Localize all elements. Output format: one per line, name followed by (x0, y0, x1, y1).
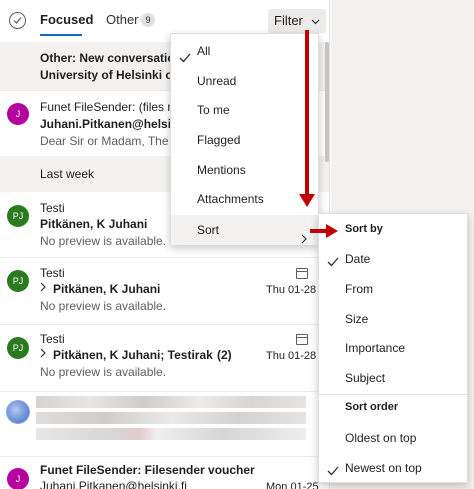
message-preview: Dear Sir or Madam, The fil (40, 134, 170, 148)
message-line2: Pitkänen, K Juhani (40, 217, 148, 231)
other-count-badge: 9 (141, 13, 155, 27)
filter-option-to-me[interactable]: To me (171, 95, 318, 125)
list-item[interactable]: PJ Testi Pitkänen, K Juhani Thu 01-28 No… (0, 258, 329, 324)
message-date: Mon 01-25 (266, 481, 319, 489)
message-preview: No preview is available. (40, 234, 167, 248)
avatar (6, 400, 30, 424)
filter-option-label: Sort (197, 223, 220, 237)
annotation-arrow-down (305, 30, 309, 196)
avatar: PJ (7, 270, 29, 292)
message-line2: University of Helsinki on T (40, 68, 170, 82)
avatar: PJ (7, 205, 29, 227)
message-date: Thu 01-28 (266, 284, 317, 296)
sort-option-subject[interactable]: Subject (345, 371, 385, 385)
avatar: J (7, 103, 29, 125)
message-preview: No preview is available. (40, 365, 167, 379)
message-preview: No preview is available. (40, 299, 167, 313)
message-line1: Other: New conversations (40, 51, 170, 65)
calendar-icon (296, 334, 308, 345)
filter-option-label: To me (197, 103, 230, 117)
message-sender: Funet FileSender: (files no (40, 100, 170, 114)
message-sender: Testi (40, 332, 65, 346)
thread-count: (2) (217, 348, 232, 362)
sort-option-from[interactable]: From (345, 282, 373, 296)
filter-option-label: Flagged (197, 133, 241, 147)
filter-option-mentions[interactable]: Mentions (171, 155, 318, 185)
filter-option-flagged[interactable]: Flagged (171, 125, 318, 155)
checkmark-icon (327, 463, 339, 481)
chevron-right-icon (301, 225, 308, 255)
message-line1: Funet FileSender: Filesender voucher (40, 463, 255, 477)
avatar: J (7, 468, 29, 489)
calendar-icon (296, 268, 308, 279)
annotation-arrow-right-head (326, 224, 338, 238)
list-item[interactable]: J Funet FileSender: Filesender voucher J… (0, 457, 329, 489)
redacted-text (36, 396, 306, 408)
filter-menu: All Unread To me Flagged Mentions Attach… (170, 33, 319, 245)
message-date: Thu 01-28 (266, 350, 317, 362)
filter-option-label: Attachments (197, 192, 264, 206)
sort-option-importance[interactable]: Importance (345, 341, 405, 355)
sort-option-newest-on-top[interactable]: Newest on top (345, 461, 422, 475)
sort-order-heading: Sort order (345, 401, 399, 413)
list-item[interactable]: PJ Testi Pitkänen, K Juhani; Testirake..… (0, 325, 329, 391)
redacted-text (36, 412, 306, 424)
filter-option-unread[interactable]: Unread (171, 66, 318, 96)
redacted-text (36, 428, 306, 440)
sort-option-oldest-on-top[interactable]: Oldest on top (345, 431, 416, 445)
filter-button[interactable]: Filter (268, 9, 326, 33)
filter-option-attachments[interactable]: Attachments (171, 184, 318, 214)
message-line2: Pitkänen, K Juhani (53, 282, 161, 296)
filter-option-label: All (197, 44, 211, 58)
message-line2: Juhani.Pitkanen@helsinki.fi (40, 479, 187, 489)
sort-option-size[interactable]: Size (345, 312, 368, 326)
message-line2: Pitkänen, K Juhani; Testirake... (53, 348, 213, 362)
group-label: Last week (40, 167, 95, 181)
sort-by-heading: Sort by (345, 223, 383, 235)
tab-focused-underline (40, 34, 82, 36)
sort-submenu: Sort by Date From Size Importance Subjec… (318, 213, 468, 483)
select-all-icon[interactable] (9, 12, 26, 29)
message-sender: Testi (40, 266, 65, 280)
chevron-right-icon[interactable] (40, 282, 47, 295)
checkmark-icon (327, 254, 339, 272)
tab-other[interactable]: Other (106, 12, 139, 27)
filter-label: Filter (274, 13, 303, 28)
chevron-right-icon[interactable] (40, 348, 47, 361)
divider (319, 394, 467, 395)
tab-focused[interactable]: Focused (40, 12, 93, 27)
chevron-down-icon (311, 9, 320, 33)
sort-option-date[interactable]: Date (345, 252, 370, 266)
scrollbar-thumb[interactable] (325, 42, 329, 162)
filter-option-label: Mentions (197, 163, 246, 177)
annotation-arrow-down-head (299, 194, 315, 207)
message-line2: Juhani.Pitkanen@helsinki. (40, 117, 170, 131)
filter-option-sort[interactable]: Sort (171, 215, 318, 245)
message-sender: Testi (40, 201, 65, 215)
filter-option-label: Unread (197, 74, 237, 88)
avatar: PJ (7, 337, 29, 359)
filter-option-all[interactable]: All (171, 36, 318, 66)
list-item[interactable] (0, 392, 329, 456)
